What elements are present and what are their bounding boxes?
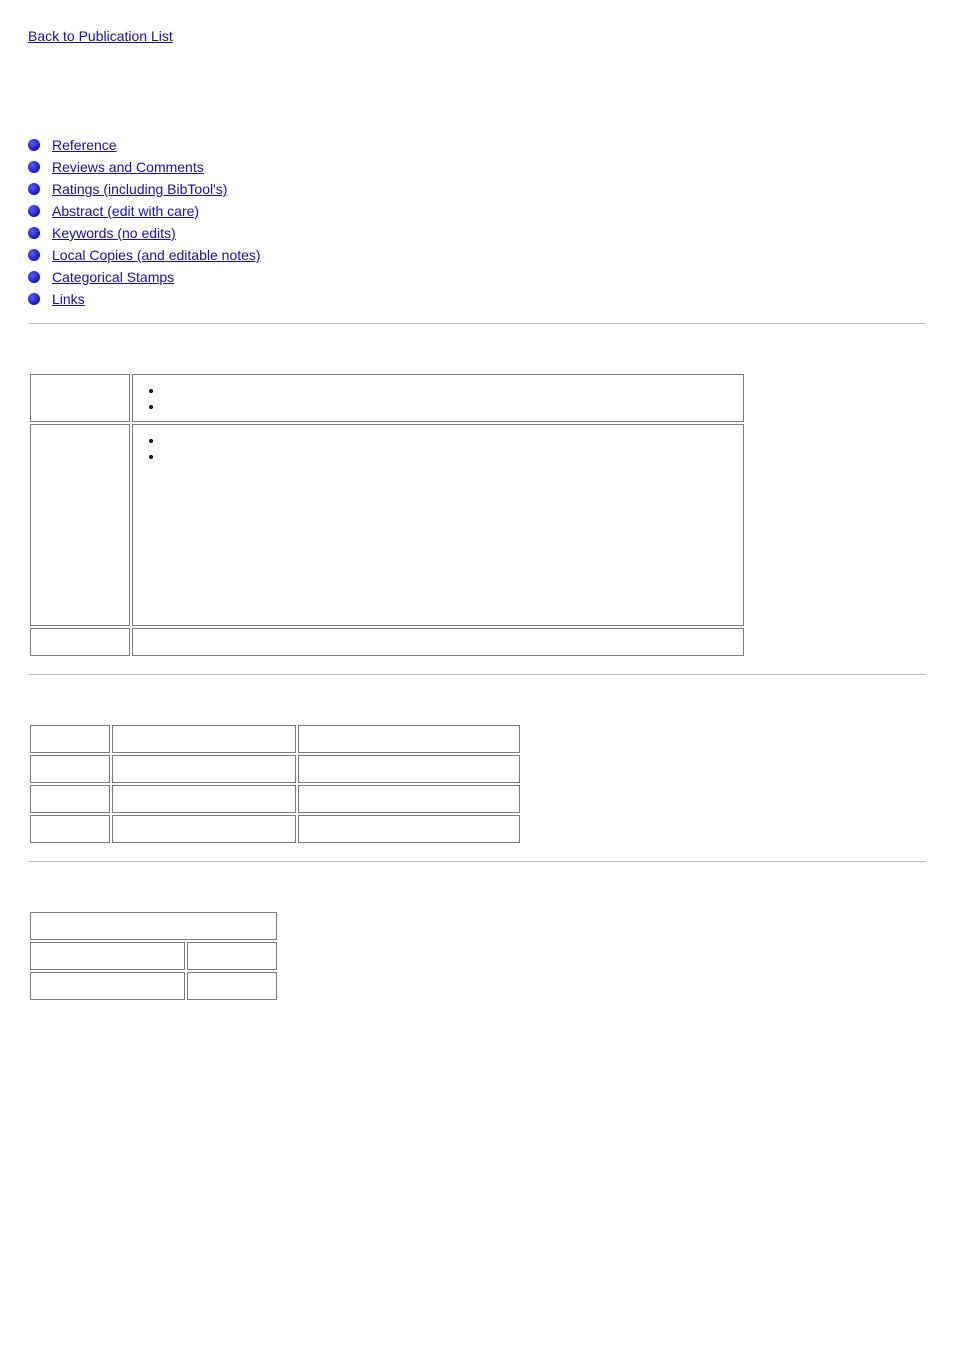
divider xyxy=(28,861,926,862)
table-row: BibTool Ratings xyxy=(30,912,277,940)
reference-table: authors Zhou, Y.; Gruev, V.; Lu, J.; Aye… xyxy=(28,372,746,658)
ref-label-value: gray00590 xyxy=(132,628,744,656)
reviews-cell[interactable]: add name here xyxy=(112,755,296,783)
reviews-cell[interactable] xyxy=(298,815,520,843)
table-row: add name here xyxy=(30,785,520,813)
table-row: error-free N/A xyxy=(30,972,277,1000)
table-row: add name here xyxy=(30,755,520,783)
nav-link-stamps[interactable]: Categorical Stamps xyxy=(52,269,174,285)
reviews-cell[interactable] xyxy=(30,755,110,783)
nav-link-reviews[interactable]: Reviews and Comments xyxy=(52,159,204,175)
divider xyxy=(28,674,926,675)
table-row: authors Zhou, Y.; Gruev, V.; Lu, J.; Aye… xyxy=(30,374,744,422)
bullet-icon xyxy=(28,183,40,195)
table-row: label gray00590 xyxy=(30,628,744,656)
reviews-col-comment: comment / review xyxy=(298,725,520,753)
bullet-icon xyxy=(28,139,40,151)
ratings-value: N/A xyxy=(187,972,277,1000)
nav-link-links[interactable]: Links xyxy=(52,291,85,307)
bullet-icon xyxy=(28,293,40,305)
ref-year-text: 2004 xyxy=(163,399,190,413)
nav-link-keywords[interactable]: Keywords (no edits) xyxy=(52,225,176,241)
ratings-table: BibTool Ratings readability N/A error-fr… xyxy=(28,910,279,1002)
nav-link-abstract[interactable]: Abstract (edit with care) xyxy=(52,203,199,219)
ref-authors-text: Zhou, Y.; Gruev, V.; Lu, J.; Ayers, S.; … xyxy=(163,383,480,397)
nav-link-reference[interactable]: Reference xyxy=(52,137,117,153)
ref-label-label: label xyxy=(30,628,130,656)
section-heading-reference: 1. Reference xyxy=(28,336,926,362)
bullet-icon xyxy=(28,205,40,217)
table-row: source T. M. A. C. C. F. W. R. 2004 IEEE… xyxy=(30,424,744,626)
reviews-cell[interactable]: add name here xyxy=(112,815,296,843)
back-link[interactable]: Back to Publication List xyxy=(28,28,173,44)
page-subtitle: Zhou, Gruev, Lu, Ayers, and Etienne-Cumm… xyxy=(28,102,926,123)
nav-link-ratings[interactable]: Ratings (including BibTool's) xyxy=(52,181,227,197)
nav-list: Reference Reviews and Comments Ratings (… xyxy=(28,137,926,307)
table-row: readability N/A xyxy=(30,942,277,970)
ref-label-authors: authors xyxy=(30,374,130,422)
ratings-value: N/A xyxy=(187,942,277,970)
reviews-cell[interactable] xyxy=(30,785,110,813)
reviews-table: date by whom comment / review add name h… xyxy=(28,723,522,845)
reviews-cell[interactable] xyxy=(298,755,520,783)
reviews-col-bywhom: by whom xyxy=(112,725,296,753)
section-heading-ratings: 3. Ratings (including BibTool's) xyxy=(28,874,926,900)
divider xyxy=(28,323,926,324)
nav-link-localcopies[interactable]: Local Copies (and editable notes) xyxy=(52,247,261,263)
reviews-cell[interactable] xyxy=(30,815,110,843)
page-title: Paper-PRINT 0059 xyxy=(28,60,926,92)
ratings-label: error-free xyxy=(30,972,185,1000)
ratings-label: readability xyxy=(30,942,185,970)
reviews-cell[interactable] xyxy=(298,785,520,813)
bullet-icon xyxy=(28,161,40,173)
table-row: date by whom comment / review xyxy=(30,725,520,753)
ref-label-source: source xyxy=(30,424,130,626)
bullet-icon xyxy=(28,249,40,261)
reviews-cell[interactable]: add name here xyxy=(112,785,296,813)
section-heading-reviews: 2. Reviews and Comments xyxy=(28,687,926,713)
ref-source-short: T. M. A. C. C. F. W. R. xyxy=(163,433,279,447)
ratings-header: BibTool Ratings xyxy=(30,912,277,940)
ref-source-long: 2004 IEEE International Symposium on Cir… xyxy=(163,449,733,617)
ref-authors-cell: Zhou, Y.; Gruev, V.; Lu, J.; Ayers, S.; … xyxy=(132,374,744,422)
ref-source-cell: T. M. A. C. C. F. W. R. 2004 IEEE Intern… xyxy=(132,424,744,626)
bullet-icon xyxy=(28,227,40,239)
table-row: add name here xyxy=(30,815,520,843)
bullet-icon xyxy=(28,271,40,283)
reviews-col-date: date xyxy=(30,725,110,753)
